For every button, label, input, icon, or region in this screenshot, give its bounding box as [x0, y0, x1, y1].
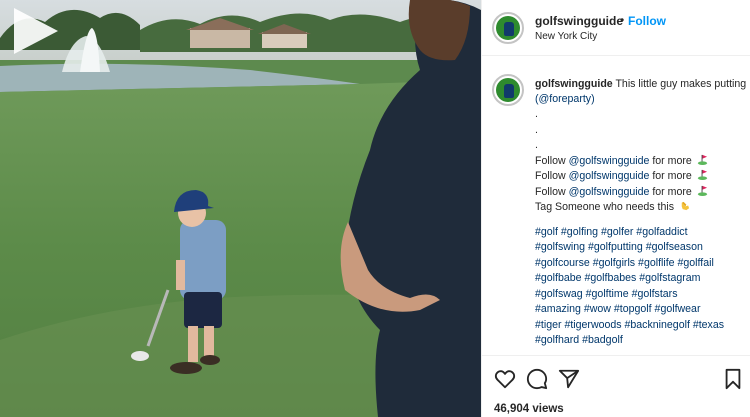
follow-line-prefix: Follow	[535, 185, 569, 198]
play-icon[interactable]	[0, 0, 62, 62]
tag-line: Tag Someone who needs this	[535, 200, 747, 216]
follow-line-suffix: for more	[649, 185, 692, 198]
post-header: golfswingguide • Follow New York City	[482, 0, 750, 56]
avatar-image	[496, 16, 520, 40]
follow-line-suffix: for more	[649, 170, 692, 182]
mention-link[interactable]: @golfswingguide	[569, 155, 650, 167]
location-link[interactable]: New York City	[535, 31, 597, 42]
caption-first-line: golfswingguide This little guy makes put…	[535, 77, 747, 93]
caption-username[interactable]: golfswingguide	[535, 78, 613, 90]
hashtag-line[interactable]: #golfswag #golftime #golfstars	[535, 287, 747, 303]
follow-line-prefix: Follow	[535, 170, 569, 182]
caption-gap	[535, 216, 747, 225]
video-player[interactable]	[0, 0, 481, 417]
follow-line: Follow @golfswingguide for more	[535, 154, 747, 170]
caption-dot: .	[535, 139, 538, 151]
caption-dot: .	[535, 108, 538, 120]
hashtag-line[interactable]: #golfcourse #golfgirls #golflife #golffa…	[535, 256, 747, 272]
avatar[interactable]	[492, 12, 524, 44]
caption-text: This little guy makes putting look easy	[615, 78, 747, 90]
tag-line-text: Tag Someone who needs this	[535, 201, 674, 213]
post-actions: 46,904 views	[482, 355, 750, 417]
share-icon[interactable]	[558, 368, 580, 390]
comment-icon[interactable]	[526, 368, 548, 390]
follow-line: Follow @golfswingguide for more	[535, 185, 747, 201]
mention-link[interactable]: @golfswingguide	[569, 170, 650, 182]
golf-flag-icon	[697, 185, 707, 196]
instagram-post: golfswingguide • Follow New York City go…	[0, 0, 750, 417]
hashtag-line[interactable]: #golf #golfing #golfer #golfaddict	[535, 225, 747, 241]
follow-line-prefix: Follow	[535, 154, 569, 167]
credit-mention[interactable]: (@foreparty)	[535, 93, 595, 105]
follow-line: Follow @golfswingguide for more	[535, 169, 747, 185]
caption-dot: .	[535, 123, 538, 136]
mention-link[interactable]: @golfswingguide	[569, 186, 650, 198]
view-count: 46,904 views	[494, 403, 564, 415]
heart-icon[interactable]	[494, 368, 516, 390]
follow-button[interactable]: Follow	[628, 14, 666, 28]
bookmark-icon[interactable]	[722, 368, 744, 390]
hashtag-line[interactable]: #amazing #wow #topgolf #golfwear	[535, 302, 747, 318]
pointing-hand-icon	[681, 201, 690, 211]
post-caption: golfswingguide This little guy makes put…	[535, 77, 747, 352]
post-sidebar: golfswingguide • Follow New York City go…	[481, 0, 750, 417]
author-username[interactable]: golfswingguide	[535, 14, 623, 28]
hashtag-line[interactable]: #golfswing #golfputting #golfseason	[535, 240, 747, 256]
golf-flag-icon	[697, 154, 707, 165]
separator-dot: •	[620, 13, 625, 27]
follow-line-suffix: for more	[649, 154, 692, 167]
video-frame	[0, 0, 481, 417]
credit-link[interactable]: (@foreparty)	[535, 92, 747, 108]
golf-flag-icon	[697, 169, 707, 180]
hashtag-line[interactable]: #golfbabe #golfbabes #golfstagram	[535, 271, 747, 287]
avatar-image	[496, 78, 520, 102]
caption-avatar[interactable]	[492, 74, 524, 106]
hashtag-line[interactable]: #tiger #tigerwoods #backninegolf #texas	[535, 318, 747, 334]
hashtag-line[interactable]: #golfhard #badgolf	[535, 333, 747, 349]
